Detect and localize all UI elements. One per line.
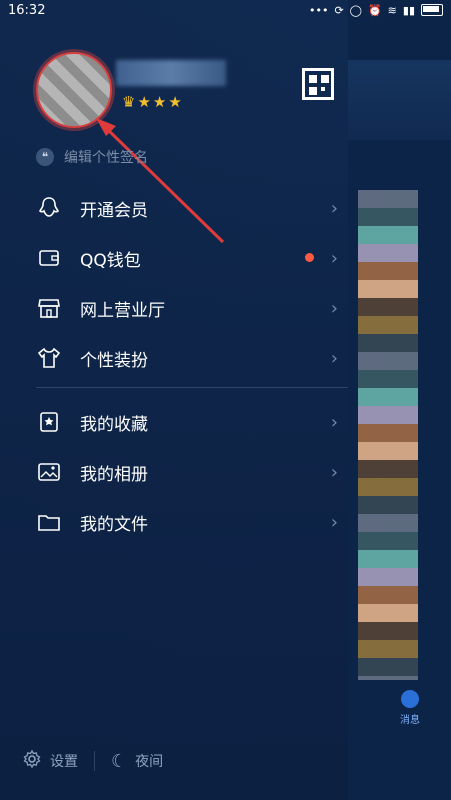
menu-label: 开通会员	[80, 200, 148, 221]
chevron-right-icon: ›	[330, 197, 338, 219]
more-icon: •••	[308, 3, 329, 17]
wallet-icon	[36, 245, 62, 271]
crown-icon: ♛	[122, 93, 136, 111]
qr-code-icon[interactable]	[302, 68, 334, 100]
bottom-divider	[94, 751, 95, 771]
vip-level[interactable]: ♛ ★ ★ ★	[122, 93, 182, 111]
menu-section-primary: 开通会员 › QQ钱包 › 网上营业厅 › 个性装扮 ›	[0, 183, 348, 383]
menu-item-vip[interactable]: 开通会员 ›	[0, 183, 348, 233]
nickname-blurred	[116, 60, 226, 86]
chevron-right-icon: ›	[330, 411, 338, 433]
signature-editor[interactable]: ❝ 编辑个性签名	[36, 147, 148, 167]
night-mode-button[interactable]: ☾ 夜间	[111, 751, 163, 772]
gear-icon	[22, 749, 42, 773]
status-time: 16:32	[8, 2, 46, 18]
menu-item-wallet[interactable]: QQ钱包 ›	[0, 233, 348, 283]
album-icon	[36, 459, 62, 485]
star-icon: ★	[137, 93, 151, 111]
moon-icon: ☾	[111, 750, 128, 772]
favorite-icon	[36, 409, 62, 435]
silent-icon: ◯	[349, 3, 362, 17]
menu-label: 我的收藏	[80, 414, 148, 435]
menu-item-files[interactable]: 我的文件 ›	[0, 497, 348, 547]
store-icon	[36, 295, 62, 321]
avatar[interactable]	[36, 52, 112, 128]
chevron-right-icon: ›	[330, 511, 338, 533]
wifi-icon: ≋	[387, 3, 397, 17]
messages-tab-icon	[401, 690, 419, 708]
chevron-right-icon: ›	[330, 297, 338, 319]
folder-icon	[36, 509, 62, 535]
menu-item-store[interactable]: 网上营业厅 ›	[0, 283, 348, 333]
menu-label: 我的相册	[80, 464, 148, 485]
star-icon: ★	[168, 93, 182, 111]
chevron-right-icon: ›	[330, 247, 338, 269]
menu-item-album[interactable]: 我的相册 ›	[0, 447, 348, 497]
status-icons: ••• ⟳ ◯ ⏰ ≋ ▮▮	[309, 4, 443, 17]
tab-messages-label: 消息	[400, 715, 420, 726]
battery-icon	[421, 4, 443, 16]
tab-messages[interactable]: 消息	[390, 676, 430, 726]
menu-item-favorites[interactable]: 我的收藏 ›	[0, 397, 348, 447]
menu-label: 我的文件	[80, 514, 148, 535]
chevron-right-icon: ›	[330, 461, 338, 483]
section-divider	[36, 387, 348, 388]
notification-dot	[305, 253, 314, 262]
sync-icon: ⟳	[334, 3, 344, 17]
menu-item-dressup[interactable]: 个性装扮 ›	[0, 333, 348, 383]
settings-label: 设置	[50, 754, 78, 770]
menu-label: QQ钱包	[80, 250, 141, 271]
alarm-icon: ⏰	[367, 3, 382, 17]
conversation-list-blurred[interactable]	[358, 190, 418, 680]
status-bar: 16:32 ••• ⟳ ◯ ⏰ ≋ ▮▮	[0, 0, 451, 20]
penguin-icon	[36, 195, 62, 221]
main-panel-header	[348, 60, 451, 140]
menu-section-secondary: 我的收藏 › 我的相册 › 我的文件 ›	[0, 397, 348, 547]
chevron-right-icon: ›	[330, 347, 338, 369]
star-icon: ★	[152, 93, 167, 111]
quote-icon: ❝	[36, 148, 54, 166]
signal-icon: ▮▮	[402, 3, 415, 17]
drawer-bottom-bar: 设置 ☾ 夜间	[0, 745, 348, 777]
shirt-icon	[36, 345, 62, 371]
night-mode-label: 夜间	[135, 754, 164, 770]
menu-label: 网上营业厅	[80, 300, 165, 321]
signature-placeholder: 编辑个性签名	[64, 150, 148, 166]
menu-label: 个性装扮	[80, 350, 148, 371]
settings-button[interactable]: 设置	[22, 749, 78, 773]
